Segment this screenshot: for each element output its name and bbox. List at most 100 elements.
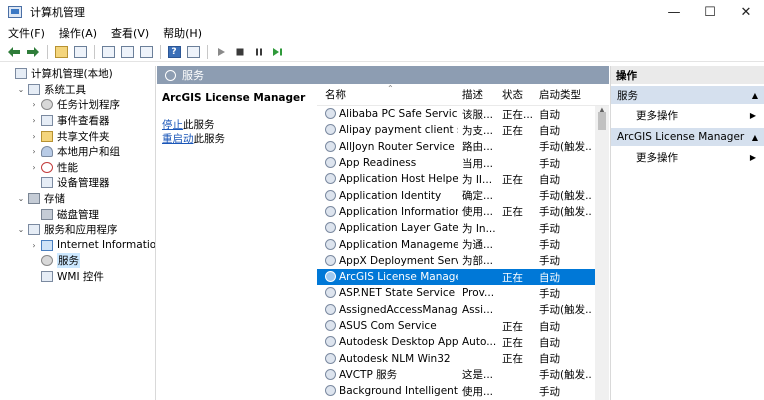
vertical-scrollbar[interactable]: ▲ [595,106,609,400]
collapse-arrow-icon[interactable]: ▲ [752,133,758,142]
properties-button[interactable] [100,44,116,60]
column-header-status[interactable]: 状态 [498,87,535,102]
service-name: Alipay payment client sec... [339,124,458,137]
service-row[interactable]: AllJoyn Router Service 路由... 手动(触发... [317,139,609,155]
service-name-cell: ASP.NET State Service [317,287,458,299]
tree-item-clock[interactable]: › 任务计划程序 [0,97,155,113]
pause-service-button[interactable] [251,44,267,60]
service-row[interactable]: ArcGIS License Manager 正在 自动 [317,268,609,286]
start-service-button[interactable] [213,44,229,60]
more-actions-item[interactable]: 更多操作 ▶ [611,146,764,168]
service-row[interactable]: AssignedAccessManager Assi... 手动(触发... [317,302,609,318]
service-row[interactable]: AppX Deployment Servic... 为部... 手动 [317,253,609,269]
menu-view[interactable]: 查看(V) [104,25,156,41]
tree-item-device[interactable]: 设备管理器 [0,175,155,191]
service-row[interactable]: Application Information 使用... 正在 手动(触发... [317,204,609,220]
service-row[interactable]: ASUS Com Service 正在 自动 [317,318,609,334]
tree-item-folder[interactable]: › 共享文件夹 [0,128,155,144]
tree-item-label: 计算机管理(本地) [31,68,113,81]
service-name-cell: App Readiness [317,157,458,169]
up-folder-button[interactable] [53,44,69,60]
show-action-pane-button[interactable] [185,44,201,60]
window-controls: — ☐ ✕ [656,0,764,24]
service-row[interactable]: Background Intelligent T... 使用... 手动 [317,383,609,399]
scrollbar-thumb[interactable] [598,112,606,130]
submenu-arrow-icon: ▶ [749,152,756,162]
minimize-button[interactable]: — [656,0,692,24]
folder-up-icon [54,45,68,58]
back-button[interactable] [6,44,22,60]
service-row[interactable]: App Readiness 当用... 手动 [317,155,609,171]
tree-item-event[interactable]: › 事件查看器 [0,113,155,129]
restart-service-link[interactable]: 重启动此服务 [162,132,312,146]
service-description-cell: 路由... [462,141,494,154]
tree-item-disk[interactable]: 磁盘管理 [0,206,155,222]
tree-item-users[interactable]: › 本地用户和组 [0,144,155,160]
service-name: AssignedAccessManager [339,303,458,316]
actions-section-header[interactable]: ArcGIS License Manager ▲ [611,128,764,146]
more-actions-item[interactable]: 更多操作 ▶ [611,104,764,126]
tree-item-perf[interactable]: › 性能 [0,160,155,176]
tree-item-net[interactable]: › Internet Information S [0,238,155,254]
stop-link-text[interactable]: 停止 [162,119,183,131]
clock-icon [41,99,53,111]
restart-link-text[interactable]: 重启动 [162,133,194,145]
service-row[interactable]: Application Host Helper ... 为 II... 正在 自动 [317,171,609,187]
tree-item-tools[interactable]: ⌄ 系统工具 [0,82,155,98]
service-row[interactable]: Alibaba PC Safe Service 该服... 正在... 自动 [317,106,609,122]
column-header-startup-type[interactable]: 启动类型 [535,87,591,102]
service-gear-icon [325,320,336,331]
service-row[interactable]: Alipay payment client sec... 为支... 正在 自动 [317,122,609,138]
service-description-cell: 为支... [462,124,494,137]
forward-button[interactable] [25,44,41,60]
maximize-button[interactable]: ☐ [692,0,728,24]
expanded-chevron-icon[interactable]: ⌄ [16,225,26,234]
collapsed-chevron-icon[interactable]: › [29,241,39,250]
restart-service-button[interactable] [270,44,286,60]
toolbar-separator [94,44,95,59]
service-status-cell: 正在 [502,124,523,137]
tree-item-wmi[interactable]: WMI 控件 [0,269,155,285]
menu-action[interactable]: 操作(A) [52,25,104,41]
more-actions-label: 更多操作 [636,109,678,122]
service-row[interactable]: Autodesk Desktop App S... Auto... 正在 自动 [317,334,609,350]
close-button[interactable]: ✕ [728,0,764,24]
show-hide-tree-button[interactable] [72,44,88,60]
service-name-cell: ASUS Com Service [317,320,458,332]
service-row[interactable]: AVCTP 服务 这是... 手动(触发... [317,367,609,383]
tree-item-label: 磁盘管理 [57,208,99,221]
tree-item-label: 系统工具 [44,83,86,96]
service-row[interactable]: Application Management 为通... 手动 [317,236,609,252]
stop-service-button[interactable] [232,44,248,60]
actions-section-header[interactable]: 服务 ▲ [611,86,764,104]
menu-file[interactable]: 文件(F) [0,25,52,41]
tree-item-label: 任务计划程序 [57,99,120,112]
tree-item-gear[interactable]: 服务 [0,253,155,269]
service-row[interactable]: Application Identity 确定... 手动(触发... [317,187,609,203]
menu-help[interactable]: 帮助(H) [156,25,209,41]
collapsed-chevron-icon[interactable]: › [29,163,39,172]
stop-service-link[interactable]: 停止此服务 [162,118,312,132]
collapse-arrow-icon[interactable]: ▲ [752,91,758,100]
tree-item-storage[interactable]: ⌄ 存储 [0,191,155,207]
expanded-chevron-icon[interactable]: ⌄ [16,85,26,94]
collapsed-chevron-icon[interactable]: › [29,100,39,109]
service-name-cell: Application Identity [317,189,458,202]
service-name: Application Information [339,205,458,218]
service-row[interactable]: Autodesk NLM Win32 正在 自动 [317,350,609,366]
collapsed-chevron-icon[interactable]: › [29,116,39,125]
help-button[interactable]: ? [166,44,182,60]
tree-item-services-apps[interactable]: ⌄ 服务和应用程序 [0,222,155,238]
collapsed-chevron-icon[interactable]: › [29,132,39,141]
collapsed-chevron-icon[interactable]: › [29,147,39,156]
tree-item-computer[interactable]: 计算机管理(本地) [0,66,155,82]
refresh-button[interactable] [119,44,135,60]
column-header-description[interactable]: 描述 [458,87,498,102]
service-name: ArcGIS License Manager [339,271,458,284]
export-list-button[interactable] [138,44,154,60]
service-row[interactable]: Application Layer Gatewa... 为 In... 手动 [317,220,609,236]
service-row[interactable]: ASP.NET State Service Prov... 手动 [317,285,609,301]
service-name-cell: AllJoyn Router Service [317,140,458,153]
expanded-chevron-icon[interactable]: ⌄ [16,194,26,203]
service-description-cell: 当用... [462,157,494,170]
